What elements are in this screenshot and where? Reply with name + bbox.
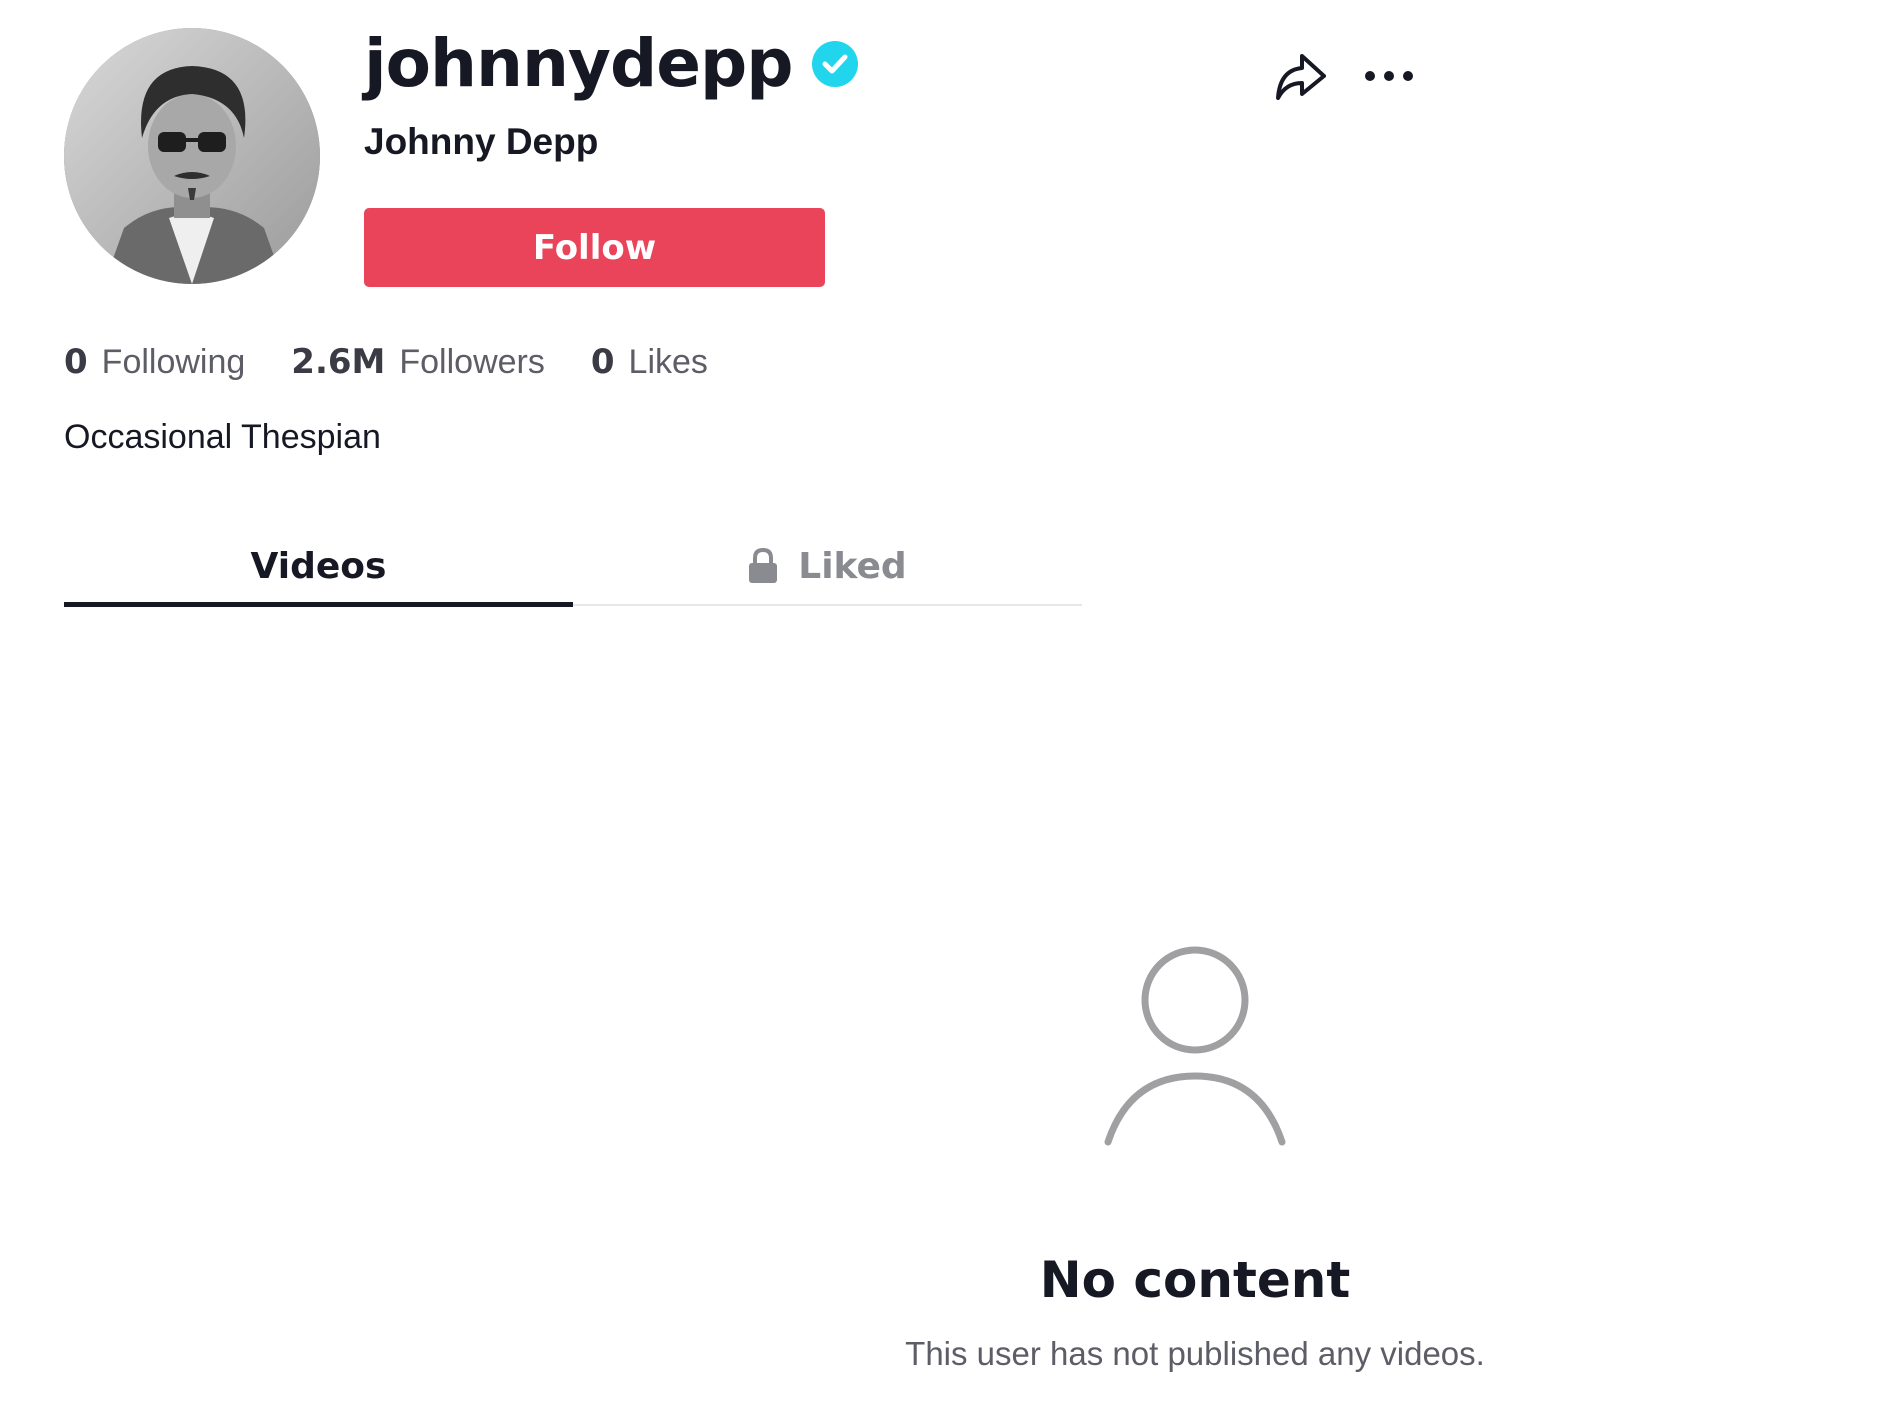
empty-state-title: No content (1039, 1251, 1351, 1309)
profile-tabs: Videos Liked (64, 528, 1082, 607)
tab-liked-label: Liked (798, 545, 907, 587)
stat-likes: 0 Likes (591, 336, 708, 388)
tab-videos-label: Videos (250, 545, 387, 587)
username: johnnydepp (364, 25, 793, 102)
more-options-icon[interactable] (1360, 56, 1418, 96)
followers-label: Followers (399, 343, 545, 381)
tab-liked[interactable]: Liked (573, 528, 1082, 604)
username-row: johnnydepp (364, 14, 859, 114)
bio: Occasional Thespian (64, 418, 381, 456)
profile-stats: 0 Following 2.6M Followers 0 Likes (64, 336, 754, 388)
following-label: Following (101, 343, 246, 381)
verified-badge-icon (812, 41, 859, 87)
avatar[interactable] (64, 28, 320, 284)
likes-label: Likes (628, 343, 708, 381)
tab-videos[interactable]: Videos (64, 528, 573, 607)
user-icon (1100, 944, 1290, 1150)
following-count: 0 (64, 342, 88, 382)
stat-followers[interactable]: 2.6M Followers (291, 336, 545, 388)
display-name: Johnny Depp (364, 121, 599, 162)
followers-count: 2.6M (291, 342, 386, 382)
lock-icon (748, 547, 778, 584)
stat-following[interactable]: 0 Following (64, 336, 245, 388)
empty-state-subtitle: This user has not published any videos. (905, 1335, 1485, 1372)
share-icon[interactable] (1272, 48, 1330, 106)
likes-count: 0 (590, 342, 615, 382)
follow-button[interactable]: Follow (364, 208, 825, 287)
